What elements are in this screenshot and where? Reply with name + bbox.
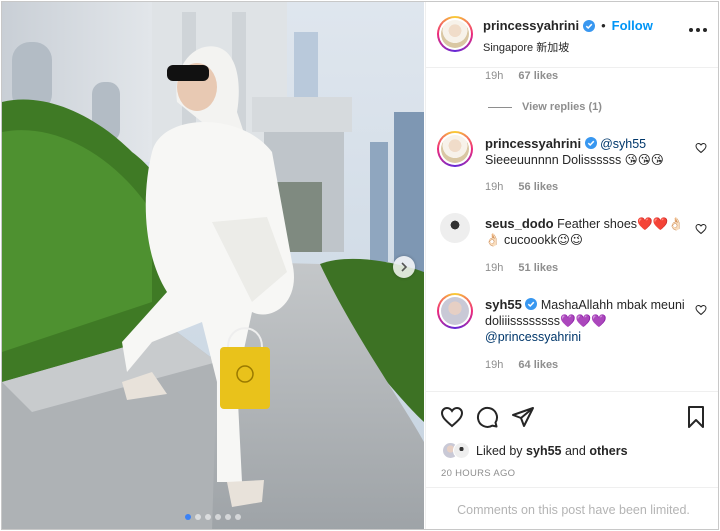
comment-likes[interactable]: 51 likes: [518, 262, 558, 274]
photo-illustration: [2, 2, 424, 529]
comment-mention[interactable]: @princessyahrini: [485, 330, 581, 344]
commenter-username[interactable]: syh55: [485, 297, 522, 312]
comment-body: princessyahrini @syh55 Sieeeuunnnn Dolis…: [485, 136, 695, 168]
comment-time[interactable]: 19h: [485, 181, 503, 193]
liked-by-and: and: [564, 443, 586, 458]
post-photo[interactable]: [2, 2, 424, 529]
heart-icon[interactable]: [695, 142, 707, 154]
comments-list: 19h 67 likes View replies (1) princessya…: [426, 68, 718, 391]
liked-by-user[interactable]: syh55: [526, 444, 561, 458]
view-replies-row[interactable]: View replies (1): [488, 101, 602, 113]
comment-meta: 19h 64 likes: [485, 359, 558, 371]
carousel-dot[interactable]: [205, 514, 211, 520]
commenter-avatar[interactable]: [437, 131, 473, 167]
follow-button[interactable]: Follow: [612, 18, 653, 33]
commenter-avatar[interactable]: [440, 213, 470, 243]
post-actions: Liked by syh55 and others 20 HOURS AGO C…: [426, 391, 718, 529]
carousel-dot[interactable]: [195, 514, 201, 520]
liker-avatar[interactable]: [453, 442, 470, 459]
comment-meta: 19h 51 likes: [485, 262, 558, 274]
author-line: princessyahrini • Follow: [483, 18, 653, 33]
post-location[interactable]: Singapore 新加坡: [483, 39, 569, 55]
comment-text: Sieeeuunnnn Dolissssss 😘😘😘: [485, 153, 664, 167]
comment-body: seus_dodo Feather shoes❤️❤️👌🏻👌🏻 cucoookk…: [485, 216, 695, 248]
comments-limited-notice: Comments on this post have been limited.: [426, 487, 718, 529]
chevron-right-icon: [401, 262, 408, 272]
carousel-next-button[interactable]: [393, 256, 415, 278]
comment-icon[interactable]: [475, 405, 499, 429]
heart-icon[interactable]: [695, 304, 707, 316]
post-header: princessyahrini • Follow Singapore 新加坡: [426, 2, 718, 68]
post-details-panel: princessyahrini • Follow Singapore 新加坡 1…: [425, 2, 718, 529]
comment-mention[interactable]: @syh55: [600, 137, 646, 151]
comment-body: syh55 MashaAllahh mbak meuni doliiisssss…: [485, 297, 695, 345]
comment-time[interactable]: 19h: [485, 70, 503, 82]
carousel-dot[interactable]: [235, 514, 241, 520]
comment-likes[interactable]: 67 likes: [518, 70, 558, 82]
commenter-username[interactable]: seus_dodo: [485, 216, 554, 231]
comment-likes[interactable]: 56 likes: [518, 181, 558, 193]
header-separator: •: [601, 18, 606, 33]
verified-badge-icon: [583, 19, 596, 32]
verified-badge-icon: [584, 137, 597, 149]
carousel-dot[interactable]: [215, 514, 221, 520]
carousel-dot[interactable]: [185, 514, 191, 520]
view-replies-link[interactable]: View replies (1): [522, 101, 602, 113]
heart-icon[interactable]: [695, 223, 707, 235]
commenter-avatar[interactable]: [437, 293, 473, 329]
share-icon[interactable]: [511, 405, 535, 429]
carousel-dot[interactable]: [225, 514, 231, 520]
liked-by-others[interactable]: others: [589, 444, 627, 458]
author-avatar[interactable]: [437, 16, 473, 52]
liked-by-prefix: Liked by: [476, 443, 523, 458]
likes-summary: Liked by syh55 and others: [442, 442, 628, 459]
more-options-icon[interactable]: [689, 28, 707, 32]
replies-divider: [488, 106, 512, 108]
author-username[interactable]: princessyahrini: [483, 18, 579, 33]
comment-meta: 19h 67 likes: [485, 70, 558, 82]
post-timestamp[interactable]: 20 HOURS AGO: [441, 468, 515, 479]
comment-time[interactable]: 19h: [485, 359, 503, 371]
comment-time[interactable]: 19h: [485, 262, 503, 274]
bookmark-icon[interactable]: [684, 405, 708, 429]
verified-badge-icon: [525, 298, 538, 310]
instagram-post-window: princessyahrini • Follow Singapore 新加坡 1…: [1, 1, 719, 530]
comment-likes[interactable]: 64 likes: [518, 359, 558, 371]
carousel-indicator: [2, 514, 424, 520]
comment-meta: 19h 56 likes: [485, 181, 558, 193]
heart-icon[interactable]: [440, 405, 464, 429]
commenter-username[interactable]: princessyahrini: [485, 136, 581, 151]
